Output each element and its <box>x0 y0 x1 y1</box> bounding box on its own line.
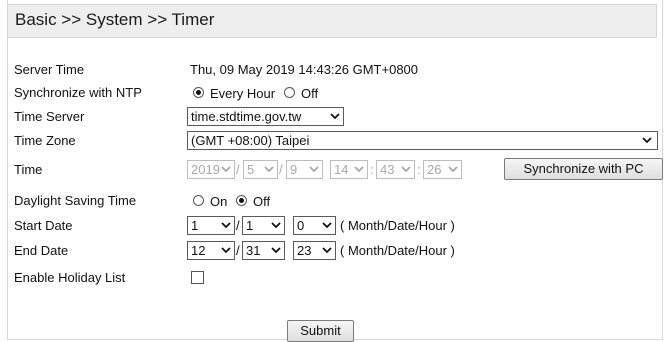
hour-select[interactable]: 14 <box>330 160 368 179</box>
year-select[interactable]: 2019 <box>187 160 235 179</box>
chevron-down-icon <box>322 247 332 254</box>
synchronize-with-pc-button[interactable]: Synchronize with PC <box>504 158 663 180</box>
dst-on-label: On <box>210 194 228 209</box>
ntp-every-hour-radio[interactable] <box>193 87 204 98</box>
dst-off-radio[interactable] <box>236 195 247 206</box>
time-separator: : <box>370 162 374 177</box>
chevron-down-icon <box>221 247 231 254</box>
date-separator: / <box>236 218 240 233</box>
title-bar: Basic >> System >> Timer <box>7 4 657 38</box>
time-zone-select[interactable]: (GMT +08:00) Taipei <box>187 131 658 150</box>
minute-select[interactable]: 43 <box>376 160 415 179</box>
end-date-label: End Date <box>14 243 69 258</box>
date-separator: / <box>279 162 283 177</box>
date-separator: / <box>236 162 240 177</box>
ntp-off-label: Off <box>301 86 319 101</box>
start-date-label: Start Date <box>14 218 73 233</box>
server-time-label: Server Time <box>14 62 85 77</box>
holiday-list-checkbox[interactable] <box>191 271 204 284</box>
ntp-off-radio[interactable] <box>284 87 295 98</box>
time-server-select[interactable]: time.stdtime.gov.tw <box>187 107 344 126</box>
start-day-select[interactable]: 1 <box>242 216 285 235</box>
time-zone-value: (GMT +08:00) Taipei <box>191 133 310 148</box>
year-value: 2019 <box>191 162 220 177</box>
server-time-value: Thu, 09 May 2019 14:43:26 GMT+0800 <box>190 62 419 77</box>
page-breadcrumb: Basic >> System >> Timer <box>15 10 215 29</box>
holiday-list-label: Enable Holiday List <box>14 270 126 285</box>
end-hour-select[interactable]: 23 <box>293 241 336 260</box>
chevron-down-icon <box>354 166 364 173</box>
chevron-down-icon <box>271 222 281 229</box>
chevron-down-icon <box>642 137 652 144</box>
day-select[interactable]: 9 <box>286 160 323 179</box>
chevron-down-icon <box>271 247 281 254</box>
hour-value: 14 <box>334 162 349 177</box>
end-date-hint: ( Month/Date/Hour ) <box>340 243 455 258</box>
start-date-hint: ( Month/Date/Hour ) <box>340 218 455 233</box>
day-value: 9 <box>290 162 298 177</box>
end-month-select[interactable]: 12 <box>187 241 235 260</box>
chevron-down-icon <box>309 166 319 173</box>
end-month-value: 12 <box>191 243 206 258</box>
chevron-down-icon <box>221 222 231 229</box>
chevron-down-icon <box>322 222 332 229</box>
submit-button[interactable]: Submit <box>287 320 354 342</box>
chevron-down-icon <box>330 113 340 120</box>
start-month-select[interactable]: 1 <box>187 216 235 235</box>
end-hour-value: 23 <box>297 243 312 258</box>
chevron-down-icon <box>401 166 411 173</box>
time-server-value: time.stdtime.gov.tw <box>191 109 302 124</box>
start-month-value: 1 <box>191 218 199 233</box>
dst-off-label: Off <box>253 194 271 209</box>
minute-value: 43 <box>380 162 395 177</box>
start-day-value: 1 <box>246 218 254 233</box>
start-hour-value: 0 <box>297 218 305 233</box>
chevron-down-icon <box>221 166 231 173</box>
month-select[interactable]: 5 <box>243 160 278 179</box>
month-value: 5 <box>247 162 255 177</box>
second-select[interactable]: 26 <box>423 160 462 179</box>
ntp-every-hour-label: Every Hour <box>210 86 276 101</box>
chevron-down-icon <box>264 166 274 173</box>
time-server-label: Time Server <box>14 109 85 124</box>
date-separator: / <box>236 243 240 258</box>
dst-on-radio[interactable] <box>193 195 204 206</box>
time-zone-label: Time Zone <box>14 133 76 148</box>
ntp-label: Synchronize with NTP <box>14 85 142 100</box>
chevron-down-icon <box>448 166 458 173</box>
start-hour-select[interactable]: 0 <box>293 216 336 235</box>
time-separator: : <box>417 162 421 177</box>
end-day-value: 31 <box>246 243 261 258</box>
dst-label: Daylight Saving Time <box>14 193 137 208</box>
time-label: Time <box>14 162 43 177</box>
end-day-select[interactable]: 31 <box>242 241 285 260</box>
second-value: 26 <box>427 162 442 177</box>
